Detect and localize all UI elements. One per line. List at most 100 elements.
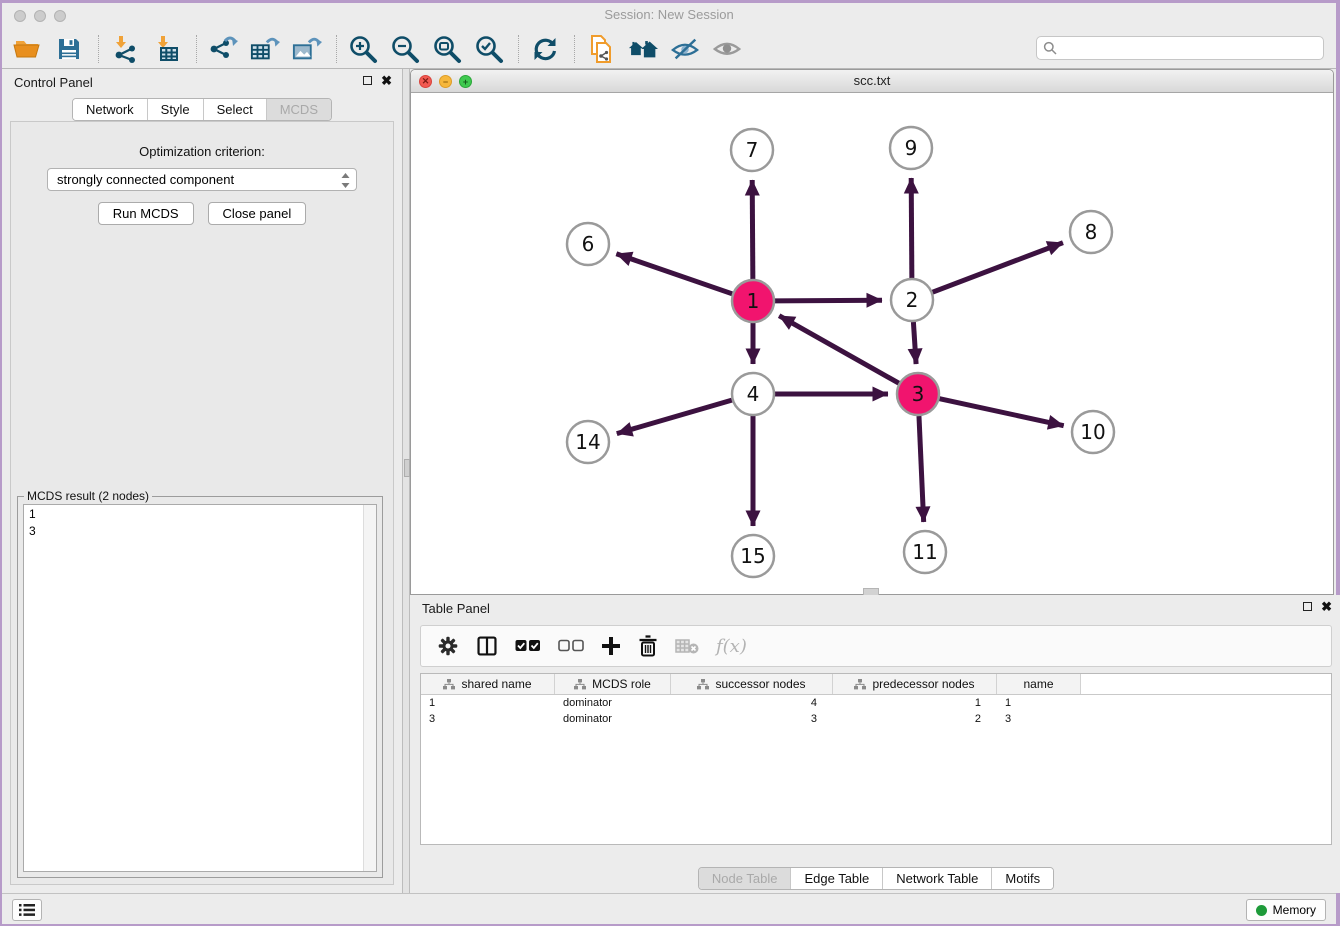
column-header-name[interactable]: name: [997, 674, 1081, 694]
hide-unhide-icon[interactable]: [670, 34, 700, 64]
table-cell[interactable]: 1: [421, 695, 555, 711]
table-cell[interactable]: 3: [421, 711, 555, 727]
table-cell[interactable]: 1: [997, 695, 1081, 711]
node-3[interactable]: 3: [897, 373, 939, 415]
optimization-criterion-label: Optimization criterion:: [11, 144, 393, 159]
close-panel-icon[interactable]: ✖: [381, 75, 392, 86]
panel-splitter[interactable]: [402, 69, 410, 893]
tab-select[interactable]: Select: [203, 99, 266, 120]
tab-network[interactable]: Network: [73, 99, 147, 120]
home-icon[interactable]: [628, 34, 658, 64]
edge-2-9[interactable]: [911, 178, 912, 278]
toolbar-separator: [574, 35, 576, 63]
control-panel-title: Control Panel: [14, 75, 93, 90]
node-11[interactable]: 11: [904, 531, 946, 573]
mcds-result-title: MCDS result (2 nodes): [24, 489, 152, 503]
delete-columns-icon[interactable]: [638, 635, 658, 657]
table-tab-motifs[interactable]: Motifs: [991, 868, 1053, 889]
node-15[interactable]: 15: [732, 535, 774, 577]
control-panel-header: Control Panel ✖: [2, 69, 402, 95]
edge-1-2[interactable]: [775, 300, 882, 301]
table-tab-node-table[interactable]: Node Table: [699, 868, 791, 889]
edge-3-11[interactable]: [919, 416, 924, 522]
column-header-successor-nodes[interactable]: successor nodes: [671, 674, 833, 694]
search-input[interactable]: [1061, 40, 1323, 57]
export-table-icon[interactable]: [250, 34, 280, 64]
network-window-titlebar[interactable]: ✕ − + scc.txt: [411, 70, 1333, 93]
edge-4-14[interactable]: [617, 400, 732, 433]
column-header-shared-name[interactable]: shared name: [421, 674, 555, 694]
table-tab-network-table[interactable]: Network Table: [882, 868, 991, 889]
toggle-birdseye-icon[interactable]: [712, 34, 742, 64]
show-panels-button[interactable]: [12, 899, 42, 921]
unselect-all-columns-icon[interactable]: [558, 639, 584, 653]
table-cell[interactable]: 3: [671, 711, 833, 727]
network-document-icon[interactable]: [586, 34, 616, 64]
svg-text:9: 9: [905, 136, 918, 160]
select-all-columns-icon[interactable]: [515, 639, 541, 653]
node-table[interactable]: shared nameMCDS role successor nodes prede…: [420, 673, 1332, 845]
import-network-icon[interactable]: [110, 34, 140, 64]
svg-text:6: 6: [582, 232, 595, 256]
show-columns-icon[interactable]: [476, 635, 498, 657]
save-session-icon[interactable]: [54, 34, 84, 64]
svg-text:4: 4: [747, 382, 760, 406]
node-4[interactable]: 4: [732, 373, 774, 415]
table-row[interactable]: 3dominator323: [421, 711, 1331, 727]
toolbar-separator: [196, 35, 198, 63]
tab-mcds[interactable]: MCDS: [266, 99, 331, 120]
float-table-panel-icon[interactable]: [1303, 602, 1312, 611]
node-8[interactable]: 8: [1070, 211, 1112, 253]
zoom-selected-icon[interactable]: [474, 34, 504, 64]
tab-style[interactable]: Style: [147, 99, 203, 120]
table-row[interactable]: 1dominator411: [421, 695, 1331, 711]
node-7[interactable]: 7: [731, 129, 773, 171]
node-1[interactable]: 1: [732, 280, 774, 322]
search-box[interactable]: [1036, 36, 1324, 60]
table-cell[interactable]: 2: [833, 711, 997, 727]
edge-2-8[interactable]: [933, 243, 1063, 293]
edge-1-7[interactable]: [752, 180, 753, 279]
run-mcds-button[interactable]: Run MCDS: [98, 202, 194, 225]
node-14[interactable]: 14: [567, 421, 609, 463]
column-label: successor nodes: [715, 677, 805, 691]
create-column-icon[interactable]: [601, 636, 621, 656]
import-table-icon[interactable]: [152, 34, 182, 64]
export-image-icon[interactable]: [292, 34, 322, 64]
optimization-criterion-select[interactable]: strongly connected component: [47, 168, 357, 191]
node-9[interactable]: 9: [890, 127, 932, 169]
memory-button[interactable]: Memory: [1246, 899, 1326, 921]
edge-2-3[interactable]: [913, 322, 916, 364]
column-header-predecessor-nodes[interactable]: predecessor nodes: [833, 674, 997, 694]
table-cell[interactable]: dominator: [555, 711, 671, 727]
float-panel-icon[interactable]: [363, 76, 372, 85]
column-header-MCDS-role[interactable]: MCDS role: [555, 674, 671, 694]
result-scrollbar[interactable]: [363, 505, 376, 871]
node-10[interactable]: 10: [1072, 411, 1114, 453]
network-canvas[interactable]: 1 2 3 4 6 7 8 9 10 11 14 15: [411, 92, 1333, 594]
zoom-in-icon[interactable]: [348, 34, 378, 64]
export-network-icon[interactable]: [208, 34, 238, 64]
table-cell[interactable]: 4: [671, 695, 833, 711]
edge-3-10[interactable]: [939, 399, 1063, 426]
close-table-panel-icon[interactable]: ✖: [1321, 601, 1332, 612]
edge-1-6[interactable]: [616, 254, 732, 294]
mcds-result-list[interactable]: 13: [23, 504, 377, 872]
table-header-row: shared nameMCDS role successor nodes prede…: [421, 674, 1331, 695]
open-session-icon[interactable]: [12, 34, 42, 64]
zoom-fit-icon[interactable]: [432, 34, 462, 64]
table-panel-title: Table Panel: [422, 601, 490, 616]
table-mode-gear-icon[interactable]: [437, 635, 459, 657]
table-cell[interactable]: dominator: [555, 695, 671, 711]
table-cell[interactable]: 1: [833, 695, 997, 711]
zoom-out-icon[interactable]: [390, 34, 420, 64]
node-2[interactable]: 2: [891, 279, 933, 321]
status-bar: Memory: [2, 893, 1336, 924]
table-cell[interactable]: 3: [997, 711, 1081, 727]
edge-3-1[interactable]: [779, 316, 899, 383]
refresh-icon[interactable]: [530, 34, 560, 64]
table-tab-edge-table[interactable]: Edge Table: [790, 868, 882, 889]
close-panel-button[interactable]: Close panel: [208, 202, 307, 225]
node-6[interactable]: 6: [567, 223, 609, 265]
svg-text:14: 14: [575, 430, 600, 454]
